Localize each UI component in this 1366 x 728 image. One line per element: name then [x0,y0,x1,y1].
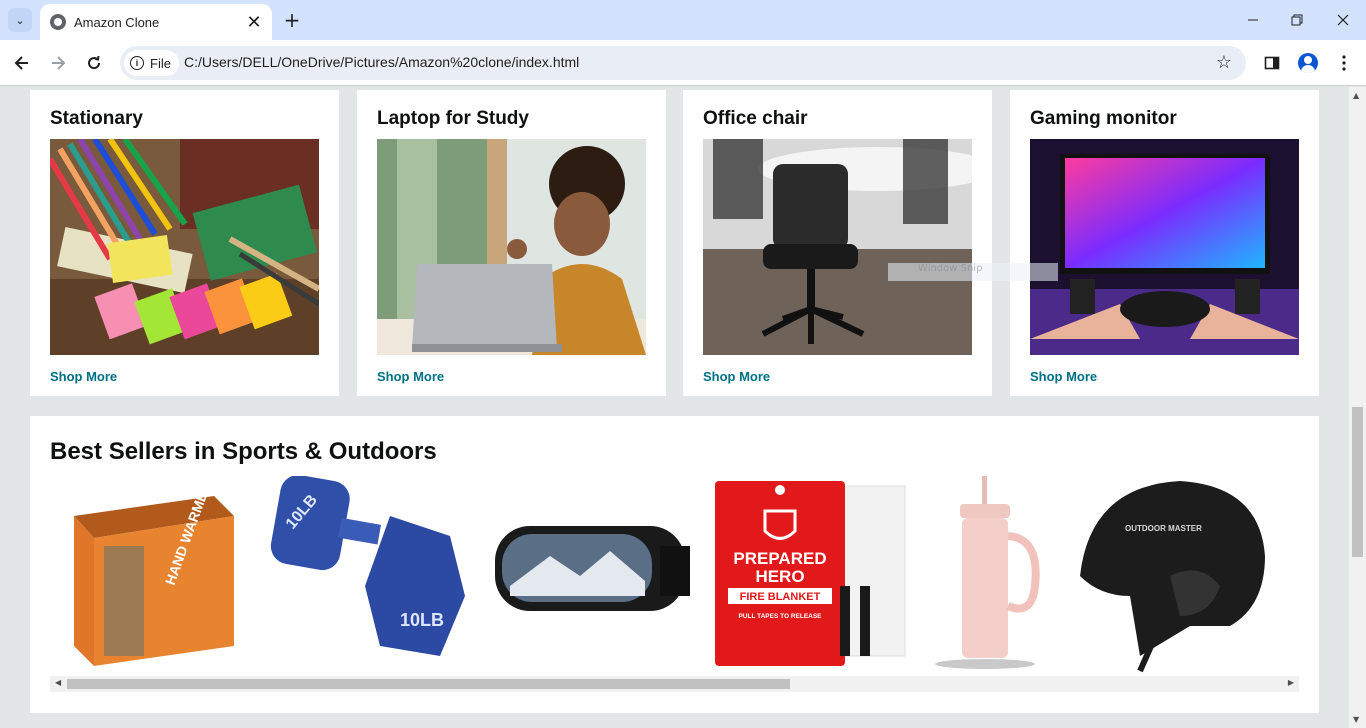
tab-bar: ⌄ Amazon Clone ✕ + [0,0,1366,40]
info-icon: i [130,56,144,70]
blanket-line3: FIRE BLANKET [740,591,821,603]
shop-more-link[interactable]: Shop More [703,369,770,384]
scroll-right-icon[interactable]: ▶ [1288,678,1294,687]
blanket-line2: HERO [755,567,804,586]
vertical-scrollbar-thumb[interactable] [1352,407,1363,557]
stationary-image[interactable] [50,139,319,355]
stationary-picture [50,139,319,355]
product-ski-goggles[interactable] [490,476,690,676]
profile-button[interactable] [1294,49,1322,77]
snip-overlay: Window Snip [888,263,1058,281]
close-window-button[interactable] [1320,0,1366,40]
close-icon [1337,14,1349,26]
category-card-office-chair: Office chair Shop More [683,90,992,396]
chevron-down-icon: ⌄ [15,13,25,27]
forward-button[interactable] [44,49,72,77]
browser-toolbar: i File C:/Users/DELL/OneDrive/Pictures/A… [0,40,1366,86]
blanket-line1: PREPARED [733,549,826,568]
laptop-picture [377,139,646,355]
side-panel-button[interactable] [1258,49,1286,77]
restore-icon [1291,14,1303,26]
back-button[interactable] [8,49,36,77]
helmet-brand: OUTDOOR MASTER [1125,524,1202,533]
card-title: Gaming monitor [1030,108,1177,129]
restore-button[interactable] [1274,0,1320,40]
dumbbell-weight-label-2: 10LB [400,610,444,630]
url-text[interactable]: C:/Users/DELL/OneDrive/Pictures/Amazon%2… [184,54,579,70]
category-card-stationary: Stationary Shop More [30,90,339,396]
office-chair-picture [703,139,972,355]
globe-icon [50,14,66,30]
section-title: Best Sellers in Sports & Outdoors [50,438,437,465]
shop-more-link[interactable]: Shop More [50,369,117,384]
side-panel-icon [1264,56,1280,70]
scroll-down-icon[interactable]: ▼ [1353,715,1359,724]
laptop-image[interactable] [377,139,646,355]
card-title: Office chair [703,108,808,129]
tab-title: Amazon Clone [74,14,160,30]
arrow-left-icon [14,56,28,70]
scrollbar-thumb[interactable] [67,679,790,689]
best-sellers-section: Best Sellers in Sports & Outdoors HAND W… [30,416,1319,713]
product-hand-warmers[interactable]: HAND WARMERS [64,476,244,676]
new-tab-button[interactable]: + [280,8,304,32]
chip-label: File [150,55,171,71]
address-bar[interactable]: i File C:/Users/DELL/OneDrive/Pictures/A… [120,46,1246,80]
vertical-scrollbar[interactable]: ▲ ▼ [1349,87,1366,728]
blanket-line4: PULL TAPES TO RELEASE [738,613,822,620]
product-helmet[interactable]: OUTDOOR MASTER [1070,476,1270,676]
minimize-icon [1248,19,1258,21]
menu-button[interactable] [1330,49,1358,77]
bookmark-star-icon[interactable]: ☆ [1216,52,1232,73]
tab-search-button[interactable]: ⌄ [8,8,32,32]
category-card-gaming-monitor: Gaming monitor Shop More [1010,90,1319,396]
gaming-monitor-image[interactable] [1030,139,1299,355]
product-tumbler[interactable] [930,476,1050,676]
office-chair-image[interactable] [703,139,972,355]
minimize-button[interactable] [1230,0,1276,40]
scroll-up-icon[interactable]: ▲ [1353,91,1359,100]
close-tab-button[interactable]: ✕ [242,10,266,34]
category-card-laptop: Laptop for Study Shop More [357,90,666,396]
browser-tab[interactable]: Amazon Clone ✕ [40,4,272,40]
more-vert-icon [1342,55,1346,71]
product-dumbbells[interactable]: 10LB 10LB [270,476,470,676]
arrow-right-icon [52,56,66,70]
card-title: Laptop for Study [377,108,529,129]
shop-more-link[interactable]: Shop More [377,369,444,384]
scroll-left-icon[interactable]: ◀ [55,678,61,687]
shop-more-link[interactable]: Shop More [1030,369,1097,384]
reload-icon [88,55,101,70]
horizontal-scrollbar[interactable]: ◀ ▶ [50,676,1299,692]
site-info-chip[interactable]: i File [124,50,179,76]
product-fire-blanket[interactable]: PREPARED HERO FIRE BLANKET PULL TAPES TO… [710,476,910,676]
card-title: Stationary [50,108,143,129]
reload-button[interactable] [80,49,108,77]
page-content: Stationary Shop More Laptop for Study Sh… [0,87,1349,728]
gaming-monitor-picture [1030,139,1299,355]
product-carousel[interactable]: HAND WARMERS 10LB 10LB PREPARED HERO FIR… [50,476,1299,676]
avatar-icon [1298,53,1318,73]
